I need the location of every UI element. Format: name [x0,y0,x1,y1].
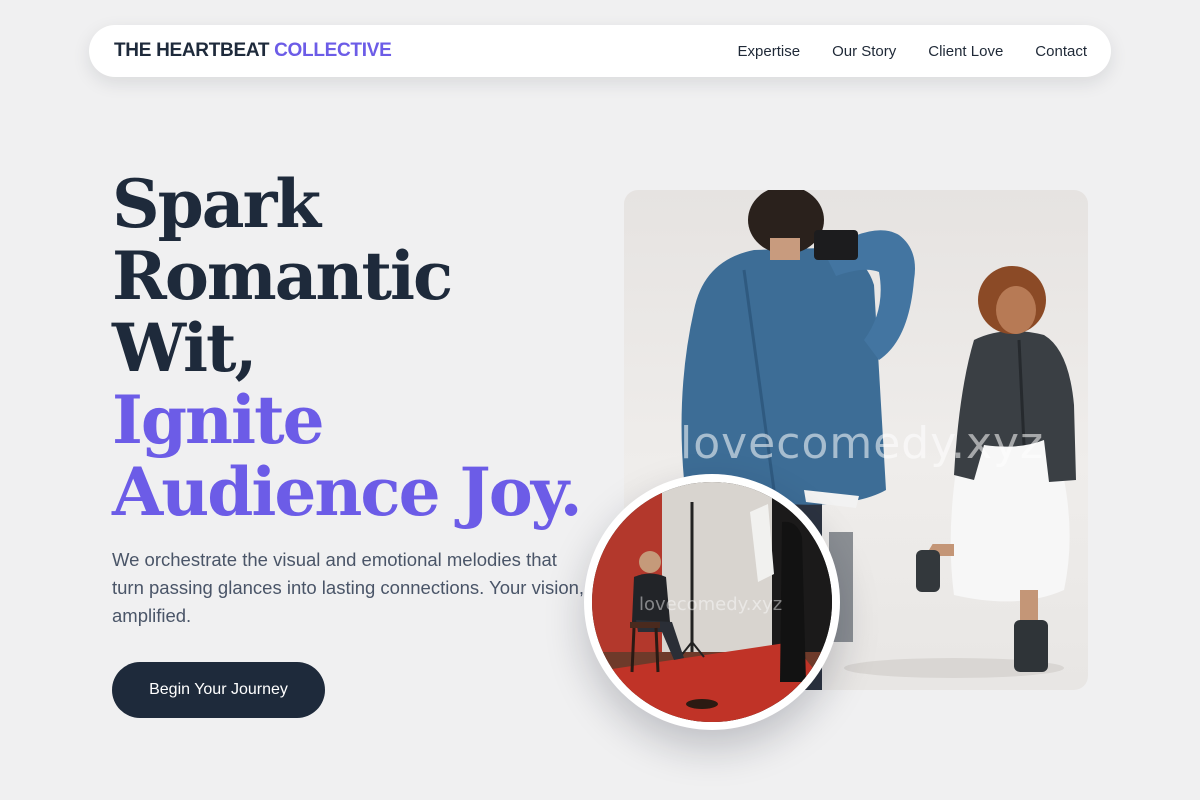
nav-link-expertise[interactable]: Expertise [738,43,801,60]
hero-heading-line: Wit, [112,309,258,387]
inset-photo-frame: lovecomedy.xyz [592,482,832,722]
brand-name: THE HEARTBEAT [114,40,270,61]
top-navbar: THE HEARTBEAT COLLECTIVE Expertise Our S… [89,25,1111,77]
brand-name-accent: COLLECTIVE [274,40,392,61]
nav-links: Expertise Our Story Client Love Contact [738,43,1087,60]
hero-heading: Spark Romantic Wit, Ignite Audience Joy. [112,168,612,528]
studio-scene-illustration [592,482,832,722]
hero-description: We orchestrate the visual and emotional … [112,549,585,626]
begin-journey-button[interactable]: Begin Your Journey [112,662,325,718]
hero-heading-line: Romantic [112,237,453,315]
brand-logo[interactable]: THE HEARTBEAT COLLECTIVE [114,40,392,62]
nav-link-client-love[interactable]: Client Love [928,43,1003,60]
hero-heading-accent-line: Ignite [112,381,325,459]
hero-heading-accent-line: Audience Joy. [112,453,583,531]
hero-heading-line: Spark [112,165,321,243]
nav-link-contact[interactable]: Contact [1035,43,1087,60]
nav-link-our-story[interactable]: Our Story [832,43,896,60]
hero-inset-photo: lovecomedy.xyz [584,474,840,730]
